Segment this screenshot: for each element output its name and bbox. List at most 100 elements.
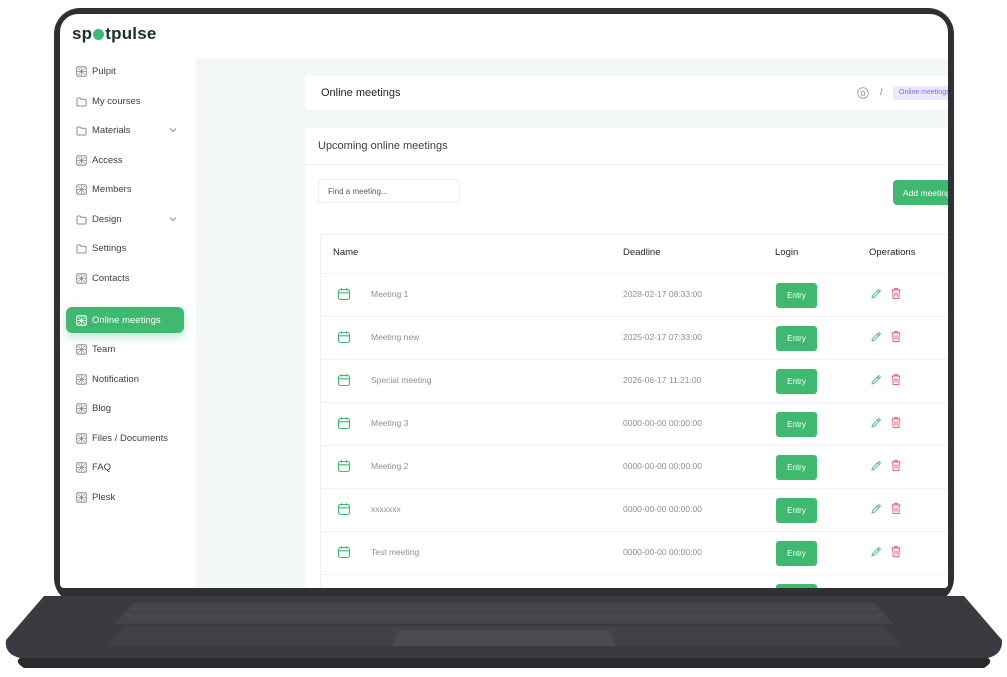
sidebar-item-members[interactable]: Members xyxy=(66,176,184,202)
meeting-deadline: 2028-02-17 08:33:00 xyxy=(623,289,702,299)
trash-icon[interactable] xyxy=(890,502,902,515)
entry-button[interactable]: Entry xyxy=(776,584,817,588)
sidebar-item-faq[interactable]: FAQ xyxy=(66,454,184,480)
sidebar-item-my-courses[interactable]: My courses xyxy=(66,88,184,114)
sidebar-item-blog[interactable]: Blog xyxy=(66,395,184,421)
trash-icon[interactable] xyxy=(890,373,902,386)
grid-icon xyxy=(76,373,87,385)
folder-icon xyxy=(76,125,87,136)
trash-icon[interactable] xyxy=(890,545,902,558)
sidebar-item-settings[interactable]: Settings xyxy=(66,235,184,261)
chevron-down-icon[interactable] xyxy=(168,214,178,224)
pencil-icon[interactable] xyxy=(870,503,882,515)
pencil-icon[interactable] xyxy=(870,417,882,429)
calendar-icon xyxy=(337,287,351,301)
sidebar-item-materials[interactable]: Materials xyxy=(66,117,184,143)
grid-icon xyxy=(76,402,87,414)
app-logo[interactable]: sp tpulse xyxy=(72,24,157,44)
section-title: Upcoming online meetings xyxy=(318,140,448,152)
trash-icon[interactable] xyxy=(890,287,902,300)
sidebar-item-label: Blog xyxy=(92,402,112,414)
folder-icon xyxy=(76,96,87,107)
pencil-icon[interactable] xyxy=(870,460,882,472)
entry-button[interactable]: Entry xyxy=(776,498,817,523)
sidebar-item-access[interactable]: Access xyxy=(66,147,184,173)
meeting-name: Meeting 3 xyxy=(371,418,409,428)
meeting-name: Meeting new xyxy=(371,332,420,342)
sidebar-item-label: Plesk xyxy=(92,491,116,503)
meeting-name: Special meeting xyxy=(371,375,432,385)
pencil-icon[interactable] xyxy=(870,331,882,343)
sidebar-item-label: Design xyxy=(92,213,122,225)
meeting-deadline: 0000-00-00 00:00:00 xyxy=(623,547,702,557)
calendar-icon xyxy=(337,502,351,516)
sidebar-item-online-meetings[interactable]: Online meetings xyxy=(66,307,184,333)
entry-button[interactable]: Entry xyxy=(776,455,817,480)
sidebar-item-label: Materials xyxy=(92,124,131,136)
add-meeting-button[interactable]: Add meeting xyxy=(893,180,948,205)
meeting-name: Test meeting xyxy=(371,547,420,557)
grid-icon xyxy=(76,461,87,473)
column-header-name: Name xyxy=(333,247,359,258)
sidebar-item-plesk[interactable]: Plesk xyxy=(66,484,184,510)
meeting-deadline: 2026-06-17 11:21:00 xyxy=(623,375,702,385)
sidebar-item-label: Pulpit xyxy=(92,65,116,77)
sidebar-item-label: Files / Documents xyxy=(92,432,169,444)
laptop-base xyxy=(4,596,1003,670)
page-header: Online meetings / Online meetings xyxy=(305,76,948,110)
home-icon[interactable] xyxy=(857,87,869,99)
sidebar-item-design[interactable]: Design xyxy=(66,206,184,232)
meetings-table: Name Deadline Login Operations Meeting 1… xyxy=(320,234,948,588)
entry-button[interactable]: Entry xyxy=(776,326,817,351)
column-header-deadline: Deadline xyxy=(623,247,661,258)
chevron-down-icon[interactable] xyxy=(168,125,178,135)
entry-button[interactable]: Entry xyxy=(776,541,817,566)
logo-text-left: sp xyxy=(72,24,93,43)
folder-icon xyxy=(76,243,87,254)
trash-icon[interactable] xyxy=(890,459,902,472)
meeting-name: xxxxxxx xyxy=(371,504,401,514)
entry-button[interactable]: Entry xyxy=(776,283,817,308)
calendar-icon xyxy=(337,545,351,559)
table-row: Meeting new 2025-02-17 07:33:00 Entry xyxy=(321,316,948,359)
breadcrumb-separator: / xyxy=(880,87,883,97)
screen: sp tpulse Pulpit My courses Materials Acc… xyxy=(60,14,948,588)
sidebar-item-team[interactable]: Team xyxy=(66,336,184,362)
grid-icon xyxy=(76,183,87,195)
sidebar-item-contacts[interactable]: Contacts xyxy=(66,265,184,291)
calendar-icon xyxy=(337,330,351,344)
sidebar-item-files-documents[interactable]: Files / Documents xyxy=(66,425,184,451)
page-title: Online meetings xyxy=(321,87,401,99)
logo-text-right: tpulse xyxy=(105,24,157,43)
table-row: Special meeting 2026-06-17 11:21:00 Entr… xyxy=(321,359,948,402)
pencil-icon[interactable] xyxy=(870,546,882,558)
entry-button[interactable]: Entry xyxy=(776,369,817,394)
calendar-icon xyxy=(337,373,351,387)
sidebar-item-label: Notification xyxy=(92,373,139,385)
table-row: Meeting 2 0000-00-00 00:00:00 Entry xyxy=(321,445,948,488)
sidebar-item-label: Contacts xyxy=(92,272,130,284)
pencil-icon[interactable] xyxy=(870,374,882,386)
column-header-login: Login xyxy=(775,247,799,258)
grid-icon xyxy=(76,154,87,166)
grid-icon xyxy=(76,432,87,444)
trash-icon[interactable] xyxy=(890,330,902,343)
search-input[interactable] xyxy=(318,179,460,203)
trash-icon[interactable] xyxy=(890,416,902,429)
sidebar-item-notification[interactable]: Notification xyxy=(66,366,184,392)
grid-icon xyxy=(76,491,87,503)
sidebar: Pulpit My courses Materials Access Membe… xyxy=(60,58,196,588)
breadcrumb-current[interactable]: Online meetings xyxy=(893,86,948,100)
table-row: Other meeting 0000-00-00 00:00:00 Entry xyxy=(321,574,948,588)
sidebar-item-pulpit[interactable]: Pulpit xyxy=(66,58,184,84)
meeting-name: Meeting 2 xyxy=(371,461,409,471)
sidebar-item-label: Settings xyxy=(92,242,127,254)
pencil-icon[interactable] xyxy=(870,288,882,300)
sidebar-item-label: Access xyxy=(92,154,123,166)
calendar-icon xyxy=(337,459,351,473)
meeting-deadline: 0000-00-00 00:00:00 xyxy=(623,418,702,428)
grid-icon xyxy=(76,343,87,355)
meeting-deadline: 0000-00-00 00:00:00 xyxy=(623,504,702,514)
logo-dot-icon xyxy=(93,29,105,40)
entry-button[interactable]: Entry xyxy=(776,412,817,437)
